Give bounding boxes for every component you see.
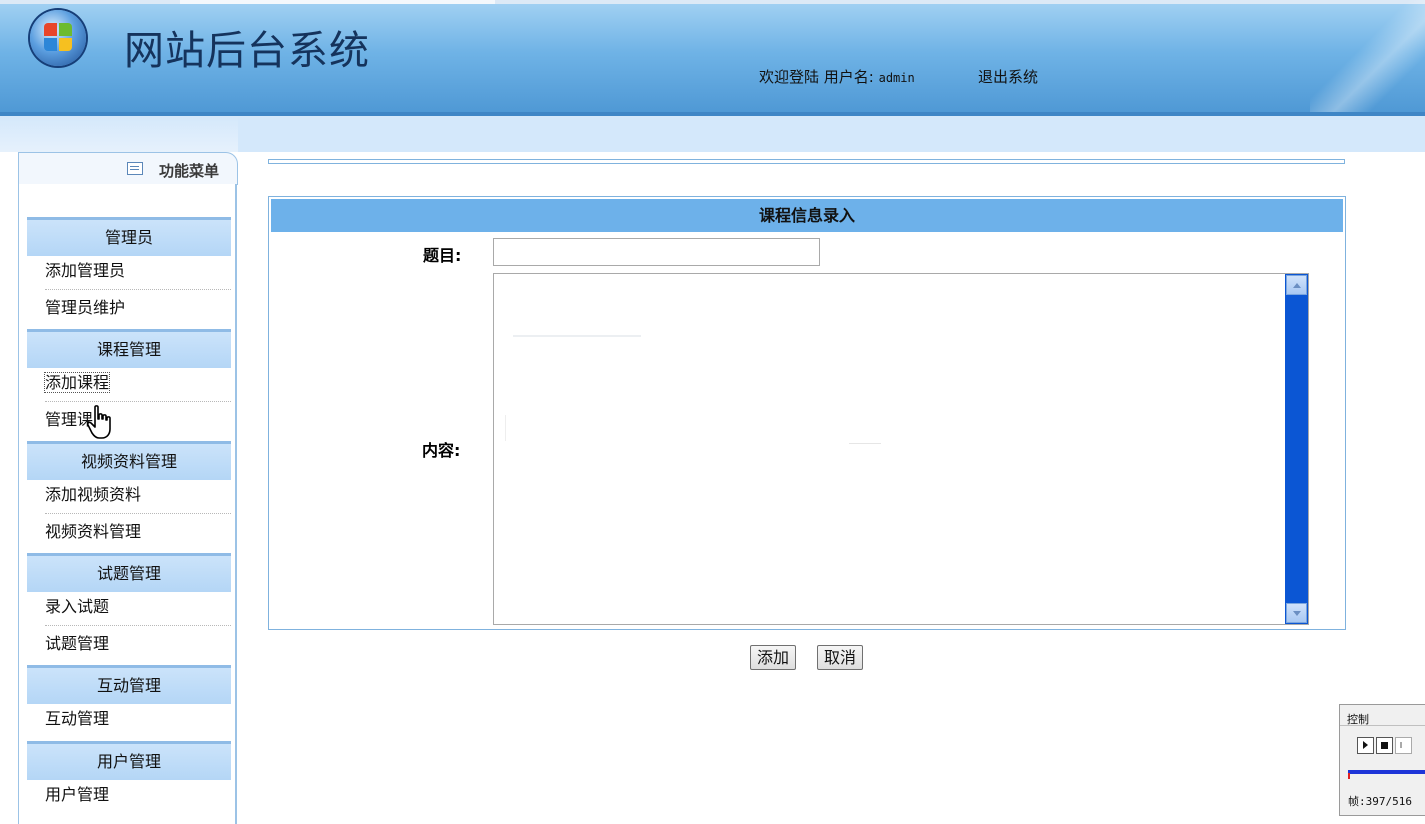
sidebar-item-interaction-manage[interactable]: 互动管理 (45, 702, 231, 737)
scroll-up-arrow-icon[interactable] (1286, 275, 1307, 295)
control-divider (1340, 725, 1425, 726)
username: admin (878, 71, 915, 85)
top-strip-highlight (180, 0, 495, 4)
windows-logo-icon (30, 10, 86, 66)
sidebar-item-admin-maintain[interactable]: 管理员维护 (45, 291, 231, 326)
sidebar-item-label: 用户管理 (45, 785, 110, 804)
menu-group-user[interactable]: 用户管理 (27, 741, 231, 780)
welcome-label: 欢迎登陆 用户名: (759, 68, 874, 86)
cancel-button[interactable]: 取消 (817, 645, 864, 670)
sidebar-item-label: 管理员维护 (45, 298, 126, 317)
site-title: 网站后台系统 (124, 28, 370, 74)
sidebar-item-manage-course[interactable]: 管理课 (45, 403, 231, 438)
sidebar-item-user-manage[interactable]: 用户管理 (45, 778, 231, 813)
sidebar-menu: 管理员 添加管理员 管理员维护 课程管理 添加课程 管理课 视频资料管理 添加视… (18, 184, 237, 824)
title-input[interactable] (493, 238, 820, 266)
frame-counter: 帧:397/516 (1348, 795, 1412, 808)
header-decoration (1310, 0, 1425, 116)
welcome-text: 欢迎登陆 用户名: admin (759, 66, 915, 87)
sidebar-item-add-admin[interactable]: 添加管理员 (45, 254, 231, 290)
textarea-scrollbar[interactable] (1285, 274, 1308, 624)
playback-control-panel: 控制 帧:397/516 (1339, 704, 1425, 816)
add-button[interactable]: 添加 (750, 645, 797, 670)
title-label: 题目: (423, 246, 462, 265)
menu-tab: 功能菜单 (18, 152, 238, 185)
sidebar-item-label: 添加管理员 (45, 261, 126, 280)
menu-group-video[interactable]: 视频资料管理 (27, 441, 231, 480)
menu-group-interaction[interactable]: 互动管理 (27, 665, 231, 704)
scroll-down-arrow-icon[interactable] (1286, 603, 1307, 623)
sidebar-item-label: 互动管理 (45, 709, 110, 728)
form-heading: 课程信息录入 (271, 199, 1343, 232)
menu-group-admin[interactable]: 管理员 (27, 217, 231, 256)
sidebar-item-label: 添加课程 (43, 372, 111, 393)
menu-tab-label: 功能菜单 (159, 162, 220, 180)
sidebar-item-label: 添加视频资料 (45, 485, 142, 504)
sub-bar-tab (0, 116, 238, 152)
sidebar-item-video-manage[interactable]: 视频资料管理 (45, 515, 231, 550)
logout-link[interactable]: 退出系统 (978, 66, 1038, 87)
sidebar-item-question-manage[interactable]: 试题管理 (45, 627, 231, 662)
menu-window-icon (127, 162, 143, 175)
sidebar-item-label: 视频资料管理 (45, 522, 142, 541)
sidebar-item-label: 试题管理 (45, 634, 110, 653)
sidebar-item-enter-question[interactable]: 录入试题 (45, 590, 231, 626)
content-textarea[interactable] (493, 273, 1309, 625)
header-banner: 网站后台系统 欢迎登陆 用户名: admin 退出系统 (0, 0, 1425, 116)
play-icon[interactable] (1357, 737, 1374, 754)
menu-group-course[interactable]: 课程管理 (27, 329, 231, 368)
hand-pointer-cursor-icon (86, 405, 111, 439)
sidebar-item-add-video[interactable]: 添加视频资料 (45, 478, 231, 514)
content-label: 内容: (422, 441, 461, 460)
menu-group-exam[interactable]: 试题管理 (27, 553, 231, 592)
sidebar-item-add-course[interactable]: 添加课程 (43, 366, 231, 402)
stop-icon[interactable] (1376, 737, 1393, 754)
sidebar-item-label: 录入试题 (45, 597, 110, 616)
playback-progress-bar[interactable] (1348, 770, 1425, 774)
playback-progress-marker (1348, 773, 1350, 779)
content-top-divider (268, 159, 1345, 164)
step-forward-icon[interactable] (1395, 737, 1412, 754)
